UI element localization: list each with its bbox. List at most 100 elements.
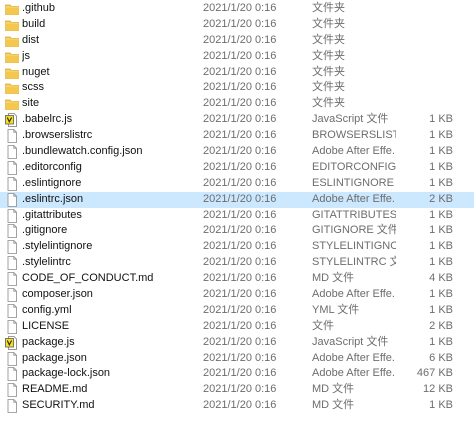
file-type: EDITORCONFIG ... xyxy=(312,160,396,173)
file-icon xyxy=(5,208,19,223)
folder-icon xyxy=(5,97,19,111)
file-date-modified: 2021/1/20 0:16 xyxy=(203,160,277,173)
file-icon xyxy=(5,319,19,334)
file-size: 1 KB xyxy=(429,240,453,253)
file-type: Adobe After Effe... xyxy=(312,351,396,364)
file-date-modified: 2021/1/20 0:16 xyxy=(203,49,277,62)
file-row[interactable]: .gitignore 2021/1/20 0:16 GITIGNORE 文件 1… xyxy=(0,223,474,239)
file-row[interactable]: dist 2021/1/20 0:16 文件夹 xyxy=(0,33,474,49)
file-row[interactable]: scss 2021/1/20 0:16 文件夹 xyxy=(0,80,474,96)
file-name: build xyxy=(22,17,46,30)
file-icon xyxy=(5,192,19,207)
file-row[interactable]: .gitattributes 2021/1/20 0:16 GITATTRIBU… xyxy=(0,208,474,224)
file-row[interactable]: README.md 2021/1/20 0:16 MD 文件 12 KB xyxy=(0,382,474,398)
file-date-modified: 2021/1/20 0:16 xyxy=(203,17,277,30)
file-name: scss xyxy=(22,81,44,94)
file-row[interactable]: composer.json 2021/1/20 0:16 Adobe After… xyxy=(0,287,474,303)
file-date-modified: 2021/1/20 0:16 xyxy=(203,176,277,189)
file-type: MD 文件 xyxy=(312,399,355,412)
file-date-modified: 2021/1/20 0:16 xyxy=(203,367,277,380)
file-date-modified: 2021/1/20 0:16 xyxy=(203,383,277,396)
file-row[interactable]: .editorconfig 2021/1/20 0:16 EDITORCONFI… xyxy=(0,160,474,176)
file-type: Adobe After Effe... xyxy=(312,288,396,301)
file-type: Adobe After Effe... xyxy=(312,145,396,158)
file-row[interactable]: .eslintignore 2021/1/20 0:16 ESLINTIGNOR… xyxy=(0,176,474,192)
file-row[interactable]: .stylelintrc 2021/1/20 0:16 STYLELINTRC … xyxy=(0,255,474,271)
file-row[interactable]: package.js 2021/1/20 0:16 JavaScript 文件 … xyxy=(0,335,474,351)
file-row[interactable]: .eslintrc.json 2021/1/20 0:16 Adobe Afte… xyxy=(0,191,474,208)
file-type: 文件夹 xyxy=(312,97,345,110)
file-date-modified: 2021/1/20 0:16 xyxy=(203,208,277,221)
file-name: composer.json xyxy=(22,288,93,301)
file-date-modified: 2021/1/20 0:16 xyxy=(203,145,277,158)
file-type: GITATTRIBUTES ... xyxy=(312,208,396,221)
file-size: 1 KB xyxy=(429,399,453,412)
file-type: 文件夹 xyxy=(312,2,345,14)
file-type: BROWSERSLIST... xyxy=(312,129,396,142)
file-date-modified: 2021/1/20 0:16 xyxy=(203,2,277,14)
folder-icon xyxy=(5,50,19,64)
file-type: 文件 xyxy=(312,319,334,332)
file-date-modified: 2021/1/20 0:16 xyxy=(203,81,277,94)
file-icon xyxy=(5,240,19,255)
file-name: .editorconfig xyxy=(22,160,82,173)
file-row[interactable]: build 2021/1/20 0:16 文件夹 xyxy=(0,17,474,33)
file-row[interactable]: js 2021/1/20 0:16 文件夹 xyxy=(0,49,474,65)
file-name: .babelrc.js xyxy=(22,113,73,126)
file-icon xyxy=(5,304,19,318)
file-name: site xyxy=(22,97,40,110)
file-name: package.js xyxy=(22,335,75,348)
file-date-modified: 2021/1/20 0:16 xyxy=(203,129,277,142)
file-row[interactable]: package-lock.json 2021/1/20 0:16 Adobe A… xyxy=(0,366,474,382)
file-type: Adobe After Effe... xyxy=(312,367,396,380)
file-size: 2 KB xyxy=(429,192,453,205)
file-row[interactable]: LICENSE 2021/1/20 0:16 文件 2 KB xyxy=(0,319,474,335)
file-size: 1 KB xyxy=(429,129,453,142)
file-type: 文件夹 xyxy=(312,33,345,46)
file-size: 1 KB xyxy=(429,176,453,189)
file-row[interactable]: nuget 2021/1/20 0:16 文件夹 xyxy=(0,65,474,81)
file-type: YML 文件 xyxy=(312,303,360,316)
file-row[interactable]: site 2021/1/20 0:16 文件夹 xyxy=(0,96,474,112)
file-date-modified: 2021/1/20 0:16 xyxy=(203,303,277,316)
file-name: CODE_OF_CONDUCT.md xyxy=(22,272,154,285)
file-name: .stylelintignore xyxy=(22,240,93,253)
file-name: nuget xyxy=(22,65,50,78)
file-icon xyxy=(5,224,19,239)
file-type: Adobe After Effe... xyxy=(312,192,396,205)
file-row[interactable]: .github 2021/1/20 0:16 文件夹 xyxy=(0,1,474,17)
folder-icon xyxy=(5,2,19,16)
file-date-modified: 2021/1/20 0:16 xyxy=(203,240,277,253)
file-size: 1 KB xyxy=(429,288,453,301)
file-row[interactable]: SECURITY.md 2021/1/20 0:16 MD 文件 1 KB xyxy=(0,398,474,414)
file-type: JavaScript 文件 xyxy=(312,335,389,348)
file-name: .browserslistrc xyxy=(22,129,93,142)
file-date-modified: 2021/1/20 0:16 xyxy=(203,399,277,412)
file-row[interactable]: .browserslistrc 2021/1/20 0:16 BROWSERSL… xyxy=(0,128,474,144)
file-date-modified: 2021/1/20 0:16 xyxy=(203,224,277,237)
file-name: SECURITY.md xyxy=(22,399,95,412)
file-date-modified: 2021/1/20 0:16 xyxy=(203,113,277,126)
file-icon xyxy=(5,351,19,366)
file-name: js xyxy=(22,49,30,62)
file-size: 1 KB xyxy=(429,256,453,269)
file-type: 文件夹 xyxy=(312,81,345,94)
file-type: MD 文件 xyxy=(312,383,355,396)
folder-icon xyxy=(5,66,19,80)
file-row[interactable]: config.yml 2021/1/20 0:16 YML 文件 1 KB xyxy=(0,303,474,319)
file-date-modified: 2021/1/20 0:16 xyxy=(203,256,277,269)
file-type: 文件夹 xyxy=(312,17,345,30)
file-size: 1 KB xyxy=(429,208,453,221)
file-row[interactable]: .bundlewatch.config.json 2021/1/20 0:16 … xyxy=(0,144,474,160)
file-row[interactable]: .babelrc.js 2021/1/20 0:16 JavaScript 文件… xyxy=(0,112,474,128)
file-row[interactable]: package.json 2021/1/20 0:16 Adobe After … xyxy=(0,351,474,367)
file-row[interactable]: CODE_OF_CONDUCT.md 2021/1/20 0:16 MD 文件 … xyxy=(0,271,474,287)
file-name: .eslintignore xyxy=(22,176,82,189)
file-row[interactable]: .stylelintignore 2021/1/20 0:16 STYLELIN… xyxy=(0,239,474,255)
file-name: config.yml xyxy=(22,303,72,316)
file-size: 1 KB xyxy=(429,224,453,237)
file-size: 1 KB xyxy=(429,335,453,348)
file-type: STYLELINTIGNO... xyxy=(312,240,396,253)
file-type: STYLELINTRC 文件 xyxy=(312,256,396,269)
file-type: 文件夹 xyxy=(312,65,345,78)
